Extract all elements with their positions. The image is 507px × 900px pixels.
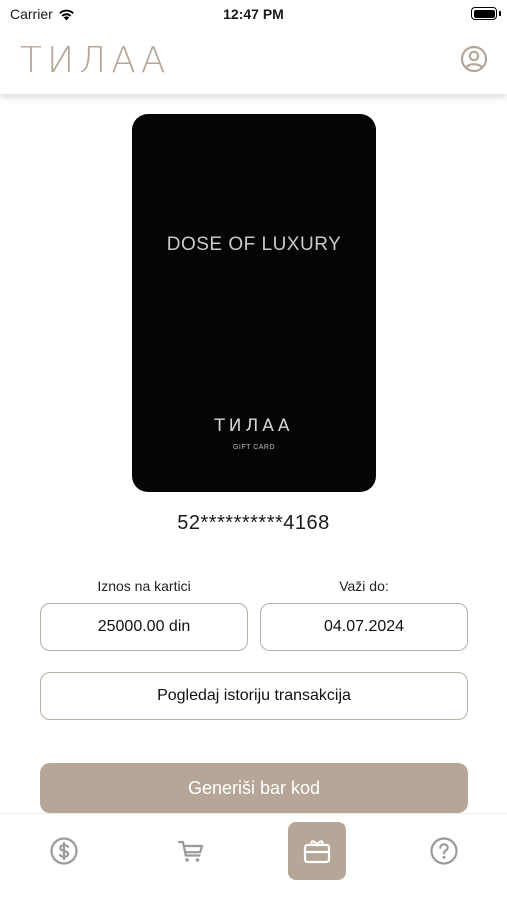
user-circle-icon	[460, 45, 488, 73]
status-bar: Carrier 12:47 PM	[0, 0, 507, 30]
dollar-circle-icon	[50, 837, 78, 865]
tab-payments[interactable]	[35, 822, 93, 880]
card-number: 52**********4168	[177, 512, 330, 534]
profile-button[interactable]	[459, 44, 489, 74]
brand-logo: ТИЛАА	[20, 40, 171, 81]
transaction-history-button[interactable]: Pogledaj istoriju transakcija	[40, 672, 468, 720]
battery-cap	[499, 11, 501, 16]
gift-card-icon	[303, 840, 331, 864]
balance-value: 25000.00 din	[97, 618, 191, 635]
app-header: ТИЛАА	[0, 30, 507, 94]
balance-field: 25000.00 din	[40, 603, 248, 651]
card-brand: ТИЛАА	[214, 416, 294, 436]
gift-card: DOSE OF LUXURY ТИЛАА GIFT CARD	[132, 114, 376, 492]
bottom-tab-bar	[0, 813, 507, 900]
card-tagline: DOSE OF LUXURY	[166, 234, 342, 255]
tab-shop[interactable]	[162, 822, 220, 880]
tab-gift-card[interactable]	[288, 822, 346, 880]
cart-icon	[177, 840, 204, 862]
status-time: 12:47 PM	[223, 6, 284, 22]
battery-icon	[471, 7, 497, 20]
balance-label: Iznos na kartici	[97, 578, 191, 594]
help-circle-icon	[430, 837, 458, 865]
generate-barcode-label: Generiši bar kod	[187, 777, 321, 798]
generate-barcode-button[interactable]: Generiši bar kod	[40, 763, 468, 813]
validity-label: Važi do:	[339, 578, 389, 594]
card-subtitle: GIFT CARD	[232, 444, 276, 451]
tab-help[interactable]	[415, 822, 473, 880]
validity-value: 04.07.2024	[323, 618, 405, 635]
validity-field: 04.07.2024	[260, 603, 468, 651]
transaction-history-label: Pogledaj istoriju transakcija	[157, 687, 351, 704]
